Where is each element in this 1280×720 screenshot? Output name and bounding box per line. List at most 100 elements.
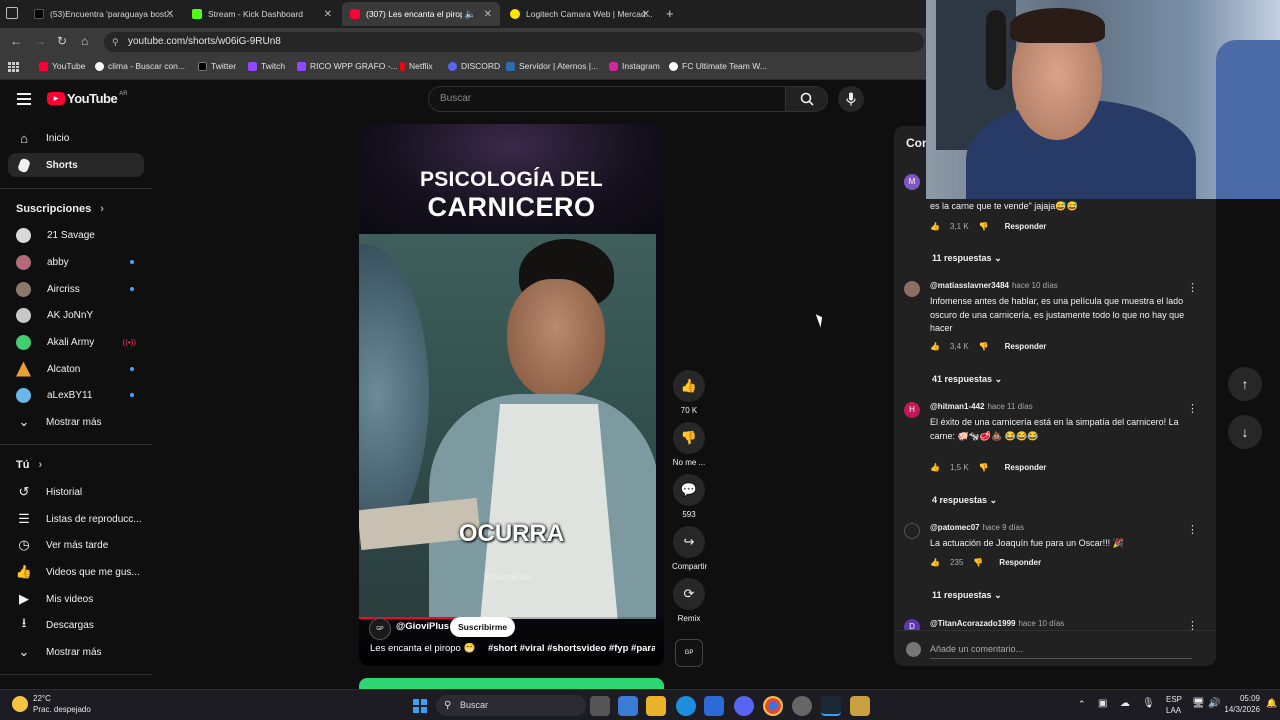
voice-search-button[interactable]: [838, 86, 864, 112]
shorts-video-player[interactable]: PSICOLOGÍA DEL CARNICERO OCURRA @GioviPl…: [359, 124, 664, 666]
comment-author[interactable]: @hitman1-442 hace 11 días: [930, 402, 1033, 411]
microphone-icon[interactable]: 🎙: [1142, 698, 1155, 709]
close-icon[interactable]: ✕: [484, 9, 492, 20]
windows-start-icon[interactable]: [410, 696, 430, 716]
steam-icon[interactable]: [821, 696, 841, 716]
dislike-icon[interactable]: 👎: [979, 222, 989, 231]
sidebar-item-liked[interactable]: 👍 Videos que me gus...: [8, 560, 144, 584]
bookmark-twitter[interactable]: Twitter: [198, 61, 236, 71]
chrome-icon[interactable]: [763, 696, 783, 716]
sidebar-item-my-videos[interactable]: ▶ Mis videos: [8, 587, 144, 611]
weather-icon[interactable]: [12, 696, 28, 712]
speaker-icon[interactable]: 🔈: [465, 9, 476, 20]
bookmark-aternos[interactable]: Servidor | Aternos |...: [506, 61, 598, 71]
like-icon[interactable]: 👍: [930, 463, 940, 472]
dislike-icon[interactable]: 👎: [973, 558, 983, 567]
bookmark-clima[interactable]: clima - Buscar con...: [95, 61, 185, 71]
sidebar-item-watch-later[interactable]: ◷ Ver más tarde: [8, 533, 144, 557]
bookmark-discord[interactable]: DISCORD: [448, 61, 500, 71]
sidebar-subs-show-more[interactable]: ⌄ Mostrar más: [8, 410, 144, 434]
apps-grid-icon[interactable]: [8, 62, 19, 72]
replies-toggle[interactable]: 11 respuestas ⌄: [932, 253, 1002, 264]
dislike-icon[interactable]: 👎: [979, 342, 989, 351]
avatar[interactable]: [904, 523, 920, 539]
settings-icon[interactable]: [792, 696, 812, 716]
tab-mercadolibre[interactable]: Logitech Camara Web | Mercad... ✕: [502, 2, 658, 26]
subscriptions-heading[interactable]: Suscripciones ›: [16, 203, 104, 215]
back-icon[interactable]: ←: [10, 34, 22, 48]
language-indicator[interactable]: ESP: [1166, 695, 1182, 704]
avatar[interactable]: H: [904, 402, 920, 418]
next-short-button[interactable]: ↓: [1228, 415, 1262, 449]
site-info-icon[interactable]: ⚲: [112, 32, 119, 52]
tab-youtube-short[interactable]: (307) Les encanta el piropo 🔈 ✕: [342, 2, 500, 26]
task-view-icon[interactable]: [590, 696, 610, 716]
bookmark-twitch[interactable]: Twitch: [248, 61, 285, 71]
clock-time[interactable]: 05:09: [1220, 694, 1260, 703]
reply-button[interactable]: Responder: [1005, 222, 1047, 231]
add-comment-input[interactable]: Añade un comentario...: [930, 639, 1192, 659]
menu-icon[interactable]: [17, 93, 31, 105]
reply-button[interactable]: Responder: [1005, 342, 1047, 351]
search-button[interactable]: [786, 86, 828, 112]
comment-author[interactable]: @TitanAcorazado1999 hace 10 días: [930, 619, 1064, 628]
sidebar-item-shorts[interactable]: Shorts: [8, 153, 144, 177]
remix-button[interactable]: ⟳ Remix: [672, 578, 706, 623]
close-icon[interactable]: ✕: [324, 9, 332, 20]
reply-button[interactable]: Responder: [1005, 463, 1047, 472]
keyboard-layout[interactable]: LAA: [1166, 706, 1181, 715]
bookmark-instagram[interactable]: Instagram: [609, 61, 660, 71]
edge-icon[interactable]: [676, 696, 696, 716]
replies-toggle[interactable]: 11 respuestas ⌄: [932, 590, 1002, 601]
taskbar-search[interactable]: ⚲ Buscar: [436, 695, 586, 716]
dislike-icon[interactable]: 👎: [979, 463, 989, 472]
channel-avatar[interactable]: GP: [369, 618, 391, 640]
sidebar-item-inicio[interactable]: ⌂ Inicio: [8, 126, 144, 150]
reload-icon[interactable]: ↻: [57, 34, 67, 48]
network-icon[interactable]: 🖥: [1192, 698, 1205, 709]
subscribe-button[interactable]: Suscribirme: [450, 617, 516, 637]
sidebar-sub-aircriss[interactable]: Aircriss: [8, 277, 144, 301]
channel-name[interactable]: @GioviPlus: [396, 621, 449, 632]
discord-icon[interactable]: [734, 696, 754, 716]
avatar[interactable]: M: [904, 174, 920, 190]
replies-toggle[interactable]: 41 respuestas ⌄: [932, 374, 1002, 385]
sidebar-sub-alcaton[interactable]: Alcaton: [8, 357, 144, 381]
tab-search-icon[interactable]: [6, 7, 18, 19]
like-icon[interactable]: 👍: [930, 342, 940, 351]
tray-chevron-icon[interactable]: ⌃: [1078, 699, 1086, 710]
clock-date[interactable]: 14/3/2026: [1220, 705, 1260, 714]
audio-track-thumbnail[interactable]: GP: [675, 639, 703, 667]
comments-button[interactable]: 💬 593: [672, 474, 706, 519]
reply-button[interactable]: Responder: [999, 558, 1041, 567]
comment-author[interactable]: @matiasslavner3484 hace 10 días: [930, 281, 1058, 290]
widgets-icon[interactable]: [618, 696, 638, 716]
tab-paraguaya[interactable]: (53)Encuentra 'paraguaya bost... ✕: [26, 2, 182, 26]
weather-desc[interactable]: Prac. despejado: [33, 705, 91, 714]
avatar[interactable]: [904, 281, 920, 297]
more-icon[interactable]: ⋮: [1187, 523, 1198, 536]
dislike-button[interactable]: 👎 No me ...: [672, 422, 706, 467]
comment-author[interactable]: @patomec07 hace 9 días: [930, 523, 1024, 532]
video-description[interactable]: Les encanta el piropo 😁 #short #viral #s…: [370, 643, 655, 654]
bookmark-fc-ultimate[interactable]: FC Ultimate Team W...: [669, 61, 767, 71]
like-button[interactable]: 👍 70 K: [672, 370, 706, 415]
like-icon[interactable]: 👍: [930, 222, 940, 231]
share-button[interactable]: ↪ Compartir: [672, 526, 707, 571]
more-icon[interactable]: ⋮: [1187, 281, 1198, 294]
like-icon[interactable]: 👍: [930, 558, 940, 567]
sidebar-item-playlists[interactable]: ☰ Listas de reproducc...: [8, 507, 144, 531]
tab-kick-dashboard[interactable]: Stream - Kick Dashboard ✕: [184, 2, 340, 26]
bookmark-rico-wpp[interactable]: RICO WPP GRAFO -...: [297, 61, 398, 71]
youtube-logo[interactable]: ▶ YouTube AR: [47, 91, 128, 106]
bookmark-youtube[interactable]: YouTube: [39, 61, 85, 71]
sidebar-item-historial[interactable]: ↺ Historial: [8, 480, 144, 504]
notifications-icon[interactable]: 🔔: [1266, 698, 1277, 709]
more-icon[interactable]: ⋮: [1187, 402, 1198, 415]
cloud-icon[interactable]: ☁: [1120, 698, 1130, 709]
tray-app-icon[interactable]: ▣: [1098, 698, 1107, 709]
sidebar-you-show-more[interactable]: ⌄ Mostrar más: [8, 640, 144, 664]
forward-icon[interactable]: →: [34, 34, 46, 48]
close-icon[interactable]: ✕: [166, 9, 174, 20]
bookmark-netflix[interactable]: Netflix: [400, 61, 433, 71]
